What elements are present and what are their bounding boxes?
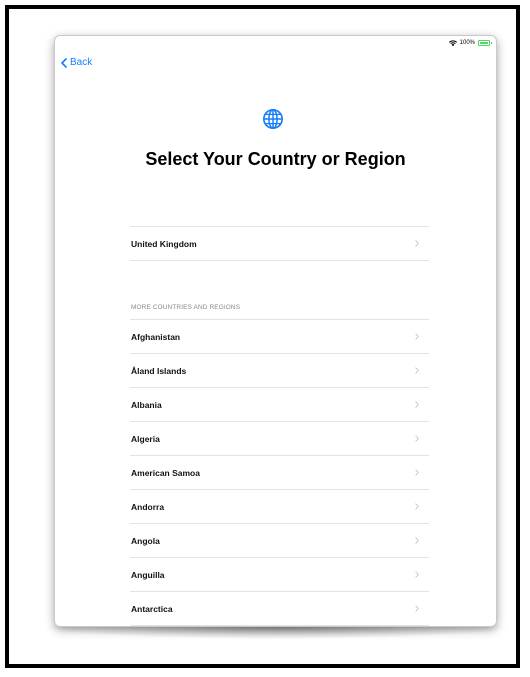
list-item-label: Andorra <box>131 501 165 512</box>
wifi-icon <box>448 39 457 46</box>
status-bar: 100% <box>448 38 492 48</box>
list-item-aland-islands[interactable]: Åland Islands <box>130 354 429 388</box>
chevron-left-icon <box>61 57 67 68</box>
chevron-right-icon <box>415 605 419 612</box>
list-item-label: Algeria <box>131 433 160 444</box>
list-item-label: United Kingdom <box>131 238 197 249</box>
list-item-label: Albania <box>131 399 162 410</box>
primary-country-list: United Kingdom <box>130 226 429 261</box>
chevron-right-icon <box>415 333 419 340</box>
back-button[interactable]: Back <box>61 57 92 68</box>
list-item-antarctica[interactable]: Antarctica <box>130 592 429 626</box>
chevron-right-icon <box>415 367 419 374</box>
list-item-label: Afghanistan <box>131 331 181 342</box>
list-item-label: Antarctica <box>131 603 173 614</box>
list-item-united-kingdom[interactable]: United Kingdom <box>130 227 429 261</box>
list-item-american-samoa[interactable]: American Samoa <box>130 456 429 490</box>
chevron-right-icon <box>415 503 419 510</box>
list-item-andorra[interactable]: Andorra <box>130 490 429 524</box>
list-item-anguilla[interactable]: Anguilla <box>130 558 429 592</box>
list-item-label: Angola <box>131 535 160 546</box>
list-item-algeria[interactable]: Algeria <box>130 422 429 456</box>
battery-percentage: 100% <box>459 40 475 46</box>
battery-icon <box>478 40 492 46</box>
list-item-afghanistan[interactable]: Afghanistan <box>130 320 429 354</box>
chevron-right-icon <box>415 469 419 476</box>
list-item-angola[interactable]: Angola <box>130 524 429 558</box>
chevron-right-icon <box>415 435 419 442</box>
list-item-label: Anguilla <box>131 569 165 580</box>
back-label: Back <box>70 57 93 68</box>
list-item-label: Åland Islands <box>131 365 187 376</box>
ipad-screen: 100% Back Select Your Country or Region … <box>55 36 496 626</box>
section-header: MORE COUNTRIES AND REGIONS <box>131 304 241 311</box>
page-title: Select Your Country or Region <box>145 149 406 169</box>
list-item-albania[interactable]: Albania <box>130 388 429 422</box>
chevron-right-icon <box>415 240 419 247</box>
chevron-right-icon <box>415 401 419 408</box>
chevron-right-icon <box>415 537 419 544</box>
country-list: Afghanistan Åland Islands Albania Algeri… <box>130 319 429 626</box>
chevron-right-icon <box>415 571 419 578</box>
globe-icon <box>263 109 283 129</box>
list-item-label: American Samoa <box>131 467 200 478</box>
